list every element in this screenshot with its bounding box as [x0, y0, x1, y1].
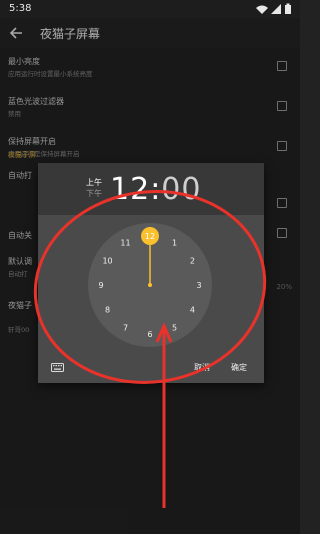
time-display: 12:00	[110, 172, 201, 207]
dial-number-6: 6	[147, 330, 152, 339]
dial-number-5: 5	[172, 323, 177, 332]
dial-number-7: 7	[123, 323, 128, 332]
minute-display[interactable]: 00	[161, 172, 201, 207]
wifi-icon	[256, 5, 268, 14]
cancel-button[interactable]: 取消	[194, 362, 210, 373]
dial-number-12: 12	[145, 232, 155, 241]
time-separator: :	[150, 172, 162, 207]
status-icons	[256, 3, 291, 14]
time-picker-dialog: 上午 下午 12:00 12 1 2 3 4 5 6 7 8 9 10 11 取消 确定	[38, 163, 264, 383]
dial-number-9: 9	[98, 281, 103, 290]
dial-number-2: 2	[190, 257, 195, 266]
dial-number-8: 8	[105, 306, 110, 315]
ampm-selector: 上午 下午	[86, 177, 102, 199]
dial-number-4: 4	[190, 306, 195, 315]
dial-number-1: 1	[172, 239, 177, 248]
status-bar: 5:38	[0, 0, 300, 18]
clock-dial-graphic: 121234567891011	[98, 227, 202, 339]
keyboard-icon[interactable]	[51, 363, 64, 372]
hour-display[interactable]: 12	[110, 172, 150, 207]
pm-toggle[interactable]: 下午	[86, 188, 102, 199]
battery-icon	[285, 5, 291, 14]
dial-number-11: 11	[120, 239, 130, 248]
ok-button[interactable]: 确定	[231, 362, 247, 373]
clock-dial[interactable]: 12 1 2 3 4 5 6 7 8 9 10 11	[88, 223, 212, 347]
dial-number-10: 10	[102, 257, 112, 266]
clock-center-dot	[148, 283, 152, 287]
am-toggle[interactable]: 上午	[86, 177, 102, 188]
status-time: 5:38	[9, 3, 32, 14]
time-picker-header: 上午 下午 12:00	[38, 163, 264, 215]
dial-number-3: 3	[196, 281, 201, 290]
signal-icon	[271, 4, 281, 14]
